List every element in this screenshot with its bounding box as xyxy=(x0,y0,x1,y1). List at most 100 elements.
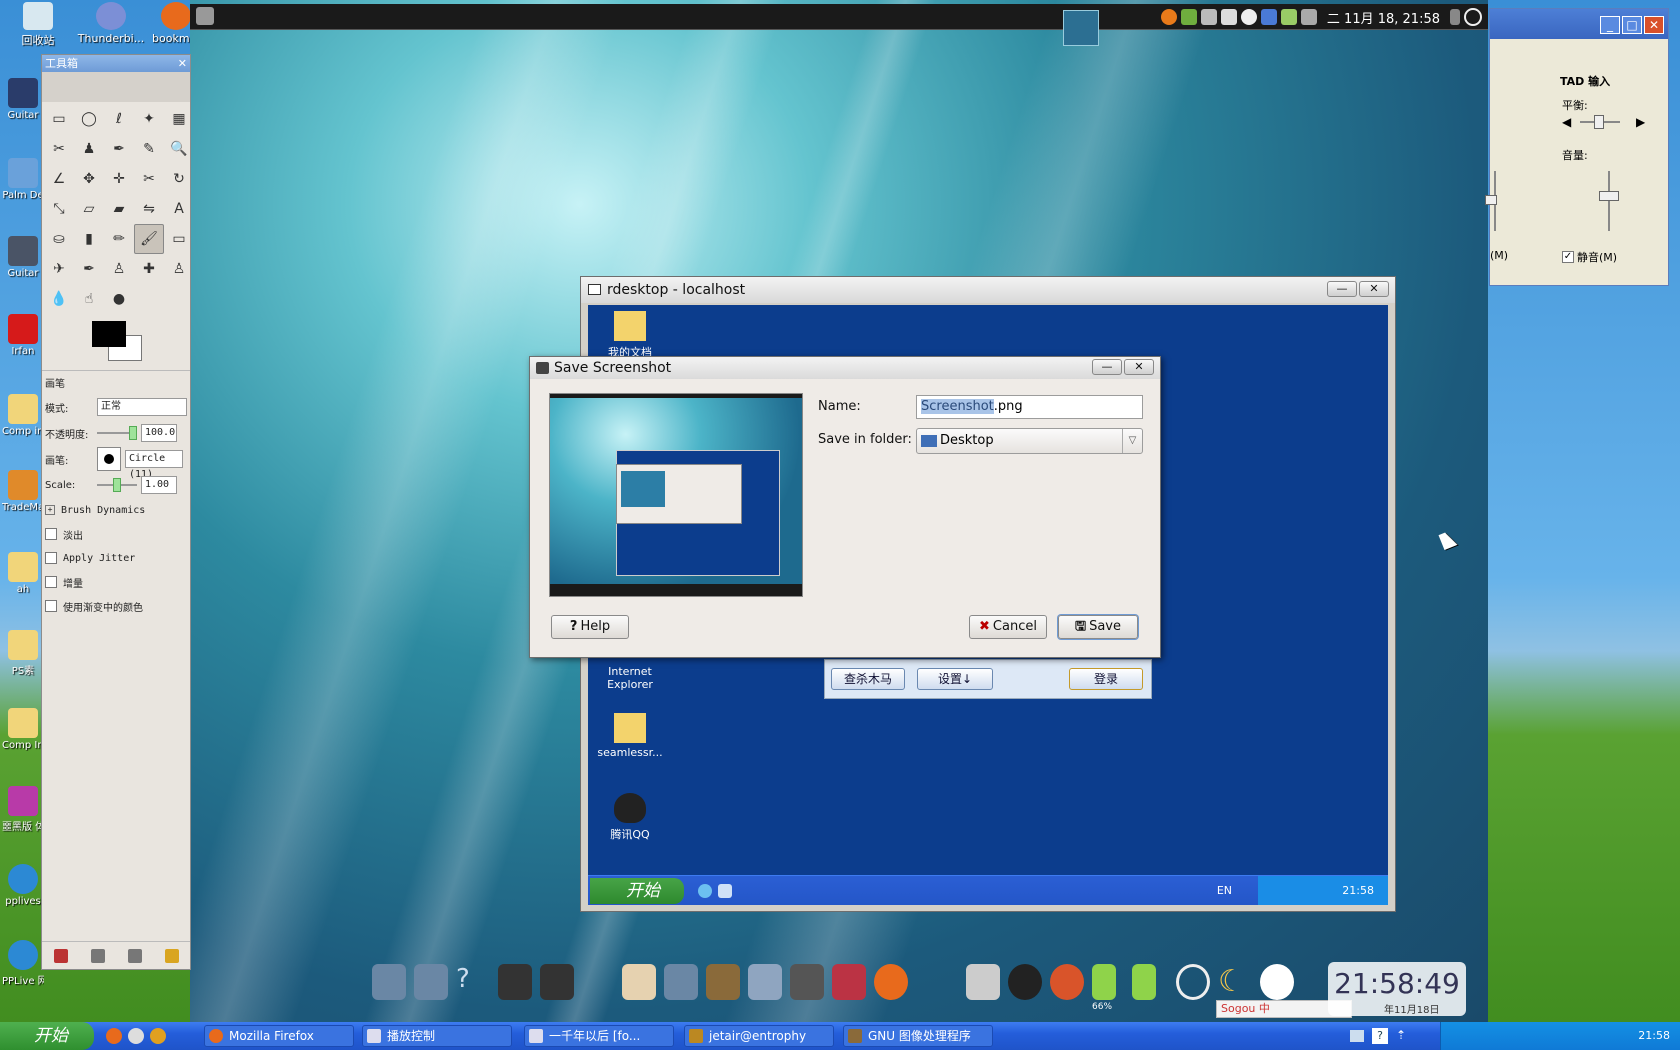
task-media-control[interactable]: 播放控制 xyxy=(362,1025,512,1047)
gradient-color-checkbox[interactable]: 使用渐变中的颜色 xyxy=(45,594,187,618)
text-icon[interactable]: A xyxy=(164,194,194,224)
dock-app-icon[interactable] xyxy=(414,964,448,1000)
battery-icon[interactable] xyxy=(1180,9,1197,25)
windows-start-button[interactable]: 开始 xyxy=(590,878,684,904)
fuzzy-select-icon[interactable]: ✦ xyxy=(134,104,164,134)
perspective-icon[interactable]: ▰ xyxy=(104,194,134,224)
move-icon[interactable]: ✥ xyxy=(74,164,104,194)
media-play-icon[interactable] xyxy=(1280,9,1297,25)
save-options-icon[interactable] xyxy=(53,948,68,963)
color-picker-icon[interactable]: ✎ xyxy=(134,134,164,164)
qq-settings-button[interactable]: 设置↓ xyxy=(917,668,993,690)
network-icon[interactable] xyxy=(1200,9,1217,25)
panel-clock[interactable]: 二 11月 18, 21:58 xyxy=(1327,8,1440,27)
scale-slider[interactable] xyxy=(97,478,137,492)
moon-icon[interactable]: ☾ xyxy=(1218,964,1252,1000)
pencil-icon[interactable]: ✏ xyxy=(104,224,134,254)
reset-options-icon[interactable] xyxy=(164,948,179,963)
delete-options-icon[interactable] xyxy=(127,948,142,963)
minimize-button[interactable]: — xyxy=(1092,359,1122,375)
fade-checkbox[interactable]: 淡出 xyxy=(45,522,187,546)
desktop-icon-ps[interactable]: PS素 xyxy=(2,630,44,677)
dock-app-icon[interactable] xyxy=(664,964,698,1000)
eye-icon[interactable] xyxy=(128,1028,144,1044)
desktop-icon-guitar[interactable]: Guitar xyxy=(2,78,44,121)
floating-app-icon[interactable] xyxy=(1063,10,1099,46)
battery-icon[interactable] xyxy=(1132,964,1156,1000)
desktop-icon-pplives[interactable]: pplives xyxy=(2,864,44,907)
opacity-input[interactable]: 100.0 xyxy=(141,424,177,442)
dodge-burn-icon[interactable]: ● xyxy=(104,284,134,314)
rotate-icon[interactable]: ↻ xyxy=(164,164,194,194)
scale-icon[interactable]: ⤡ xyxy=(44,194,74,224)
volume-slider[interactable] xyxy=(1599,171,1619,231)
scale-input[interactable]: 1.00 xyxy=(141,476,177,494)
camera-icon[interactable] xyxy=(540,964,574,1000)
network-icon[interactable]: ⇡ xyxy=(1396,1028,1410,1044)
clone-icon[interactable]: ♙ xyxy=(104,254,134,284)
chat-icon[interactable] xyxy=(832,964,866,1000)
show-desktop-icon[interactable] xyxy=(718,884,732,898)
airbrush-icon[interactable]: ✈ xyxy=(44,254,74,284)
task-terminal[interactable]: jetair@entrophy xyxy=(684,1025,834,1047)
windows-tray-clock[interactable]: 21:58 xyxy=(1258,876,1388,905)
desktop-icon-pplive-tv[interactable]: PPLive 网络 电视 xyxy=(2,940,44,987)
scan-trojan-button[interactable]: 查杀木马 xyxy=(831,668,905,690)
chat-icon[interactable] xyxy=(1220,9,1237,25)
cancel-button[interactable]: ✖ Cancel xyxy=(969,615,1047,639)
panel-launcher-icon[interactable] xyxy=(196,7,214,25)
camera-icon[interactable] xyxy=(498,964,532,1000)
dock-app-icon[interactable] xyxy=(748,964,782,1000)
clipboard-icon[interactable] xyxy=(1240,9,1257,25)
minimize-button[interactable]: — xyxy=(1327,281,1357,297)
input-language[interactable]: EN xyxy=(1217,884,1232,897)
speaker-icon[interactable] xyxy=(790,964,824,1000)
volume-icon[interactable] xyxy=(1450,9,1460,25)
save-folder-select[interactable]: Desktop ▽ xyxy=(916,428,1143,454)
scissors-icon[interactable]: ✂ xyxy=(44,134,74,164)
toolbox-titlebar[interactable]: 工具箱 ✕ xyxy=(42,55,190,72)
align-icon[interactable]: ✛ xyxy=(104,164,134,194)
battery-icon[interactable] xyxy=(1092,964,1116,1000)
desktop-icon-irfan[interactable]: Irfan xyxy=(2,314,44,357)
task-gimp[interactable]: GNU 图像处理程序 xyxy=(843,1025,993,1047)
desktop-icon-comp-ima[interactable]: Comp Ima xyxy=(2,708,44,751)
mode-select[interactable]: 正常 xyxy=(97,398,187,416)
crop-icon[interactable]: ✂ xyxy=(134,164,164,194)
ink-icon[interactable]: ✒ xyxy=(74,254,104,284)
rect-select-icon[interactable]: ▭ xyxy=(44,104,74,134)
power-icon[interactable] xyxy=(1464,8,1482,26)
help-button[interactable]: ? Help xyxy=(551,615,629,639)
firefox-icon[interactable] xyxy=(106,1028,122,1044)
desktop-icon-seamless[interactable]: seamlessr... xyxy=(590,713,670,759)
left-volume-slider[interactable] xyxy=(1485,171,1497,231)
ie-quicklaunch-icon[interactable] xyxy=(698,884,712,898)
opacity-slider[interactable] xyxy=(97,426,137,440)
desktop-icon-guitar-2[interactable]: Guitar xyxy=(2,236,44,279)
task-music[interactable]: 一千年以后 [fo... xyxy=(524,1025,674,1047)
incremental-checkbox[interactable]: 增量 xyxy=(45,570,187,594)
balance-slider[interactable] xyxy=(1580,115,1620,129)
close-button[interactable]: ✕ xyxy=(1644,16,1664,34)
dialog-titlebar[interactable]: Save Screenshot — ✕ xyxy=(530,357,1160,379)
power-icon[interactable] xyxy=(1176,964,1210,1000)
update-icon[interactable] xyxy=(1160,9,1177,25)
desktop-icon-qq[interactable]: 腾讯QQ xyxy=(590,793,670,842)
restore-options-icon[interactable] xyxy=(90,948,105,963)
paintbrush-icon[interactable]: 🖌 xyxy=(134,224,164,254)
maximize-button[interactable]: □ xyxy=(1622,16,1642,34)
desktop-icon-winrar[interactable]: 噩黑版 体. xyxy=(2,786,44,833)
trash-icon[interactable] xyxy=(966,964,1000,1000)
ubuntu-icon[interactable] xyxy=(1050,964,1084,1000)
close-button[interactable]: ✕ xyxy=(1359,281,1389,297)
app-icon[interactable] xyxy=(150,1028,166,1044)
brush-dynamics-expander[interactable]: + Brush Dynamics xyxy=(45,498,187,522)
flip-icon[interactable]: ⇋ xyxy=(134,194,164,224)
desktop-icon-trademark[interactable]: TradeMa xyxy=(2,470,44,513)
firefox-icon[interactable] xyxy=(874,964,908,1000)
color-select-icon[interactable]: ▦ xyxy=(164,104,194,134)
smudge-icon[interactable]: ☝ xyxy=(74,284,104,314)
measure-icon[interactable]: ∠ xyxy=(44,164,74,194)
save-button[interactable]: 🖫 Save xyxy=(1058,615,1138,639)
paths-icon[interactable]: ✒ xyxy=(104,134,134,164)
